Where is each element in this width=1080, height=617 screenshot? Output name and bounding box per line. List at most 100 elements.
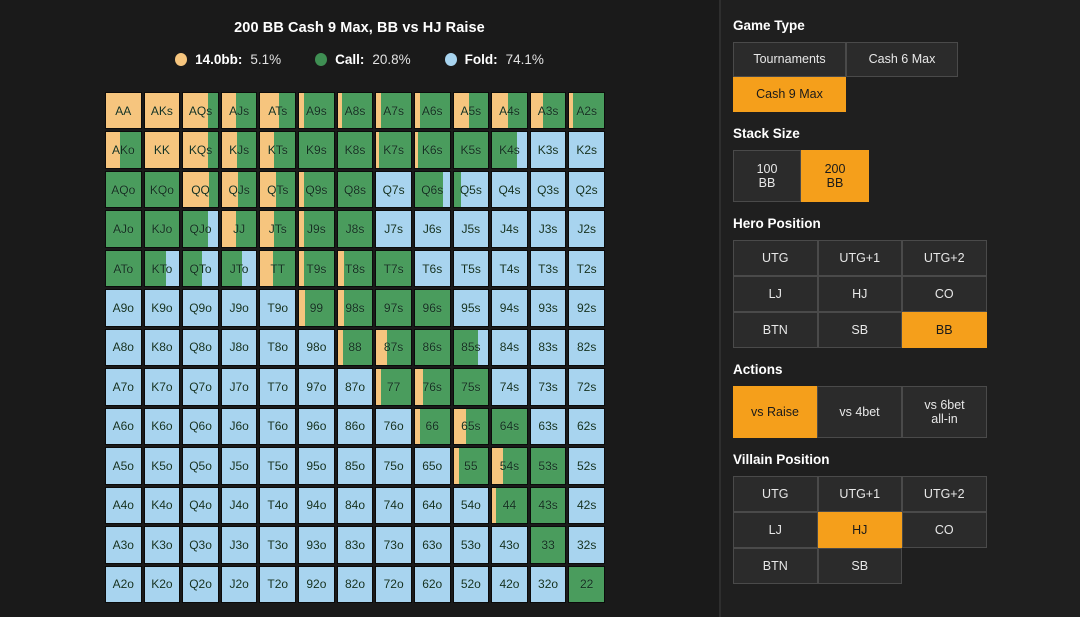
- range-cell[interactable]: T5s: [453, 250, 490, 287]
- range-cell[interactable]: 85o: [337, 447, 374, 484]
- stack-size-option-200-bb[interactable]: 200 BB: [801, 150, 869, 202]
- range-cell[interactable]: QJs: [221, 171, 258, 208]
- range-cell[interactable]: 95s: [453, 289, 490, 326]
- hero-position-option-co[interactable]: CO: [902, 276, 987, 312]
- range-cell[interactable]: T4o: [259, 487, 296, 524]
- range-cell[interactable]: J4s: [491, 210, 528, 247]
- range-cell[interactable]: 93s: [530, 289, 567, 326]
- range-cell[interactable]: 54s: [491, 447, 528, 484]
- range-cell[interactable]: T7o: [259, 368, 296, 405]
- range-cell[interactable]: 97o: [298, 368, 335, 405]
- range-cell[interactable]: 85s: [453, 329, 490, 366]
- range-cell[interactable]: T8s: [337, 250, 374, 287]
- range-cell[interactable]: ATs: [259, 92, 296, 129]
- range-cell[interactable]: AKs: [144, 92, 181, 129]
- hero-position-option-utg+1[interactable]: UTG+1: [818, 240, 903, 276]
- range-cell[interactable]: K3s: [530, 131, 567, 168]
- range-cell[interactable]: A6o: [105, 408, 142, 445]
- action-option-vs-raise[interactable]: vs Raise: [733, 386, 817, 438]
- range-cell[interactable]: AJs: [221, 92, 258, 129]
- range-cell[interactable]: Q3o: [182, 526, 219, 563]
- range-cell[interactable]: KJs: [221, 131, 258, 168]
- range-cell[interactable]: 87o: [337, 368, 374, 405]
- range-cell[interactable]: Q5o: [182, 447, 219, 484]
- range-cell[interactable]: 33: [530, 526, 567, 563]
- range-cell[interactable]: 86s: [414, 329, 451, 366]
- range-cell[interactable]: J9o: [221, 289, 258, 326]
- range-cell[interactable]: A8s: [337, 92, 374, 129]
- villain-position-option-utg+2[interactable]: UTG+2: [902, 476, 987, 512]
- range-cell[interactable]: A7s: [375, 92, 412, 129]
- range-cell[interactable]: A6s: [414, 92, 451, 129]
- range-cell[interactable]: JTo: [221, 250, 258, 287]
- range-cell[interactable]: T2o: [259, 566, 296, 603]
- range-cell[interactable]: Q4o: [182, 487, 219, 524]
- hero-position-options[interactable]: UTGUTG+1UTG+2LJHJCOBTNSBBB: [733, 240, 1064, 348]
- hero-position-option-lj[interactable]: LJ: [733, 276, 818, 312]
- range-cell[interactable]: J9s: [298, 210, 335, 247]
- range-cell[interactable]: J5o: [221, 447, 258, 484]
- range-cell[interactable]: 73s: [530, 368, 567, 405]
- range-cell[interactable]: 53s: [530, 447, 567, 484]
- range-cell[interactable]: 52s: [568, 447, 605, 484]
- villain-position-option-lj[interactable]: LJ: [733, 512, 818, 548]
- villain-position-option-co[interactable]: CO: [902, 512, 987, 548]
- range-cell[interactable]: 52o: [453, 566, 490, 603]
- range-cell[interactable]: Q8o: [182, 329, 219, 366]
- range-cell[interactable]: J8s: [337, 210, 374, 247]
- range-cell[interactable]: 92o: [298, 566, 335, 603]
- range-cell[interactable]: 76s: [414, 368, 451, 405]
- range-cell[interactable]: A5s: [453, 92, 490, 129]
- range-cell[interactable]: Q7o: [182, 368, 219, 405]
- range-cell[interactable]: 93o: [298, 526, 335, 563]
- range-cell[interactable]: 97s: [375, 289, 412, 326]
- hero-position-option-utg+2[interactable]: UTG+2: [902, 240, 987, 276]
- range-cell[interactable]: Q6o: [182, 408, 219, 445]
- range-cell[interactable]: KK: [144, 131, 181, 168]
- range-cell[interactable]: 32s: [568, 526, 605, 563]
- range-cell[interactable]: J2o: [221, 566, 258, 603]
- range-cell[interactable]: K9s: [298, 131, 335, 168]
- range-cell[interactable]: 63o: [414, 526, 451, 563]
- range-cell[interactable]: 95o: [298, 447, 335, 484]
- range-cell[interactable]: 88: [337, 329, 374, 366]
- range-cell[interactable]: Q2s: [568, 171, 605, 208]
- range-cell[interactable]: A7o: [105, 368, 142, 405]
- range-cell[interactable]: KTo: [144, 250, 181, 287]
- range-cell[interactable]: AJo: [105, 210, 142, 247]
- villain-position-option-btn[interactable]: BTN: [733, 548, 818, 584]
- range-cell[interactable]: A5o: [105, 447, 142, 484]
- range-cell[interactable]: 96s: [414, 289, 451, 326]
- range-cell[interactable]: K6s: [414, 131, 451, 168]
- range-cell[interactable]: 82o: [337, 566, 374, 603]
- range-cell[interactable]: A8o: [105, 329, 142, 366]
- range-cell[interactable]: KQo: [144, 171, 181, 208]
- range-cell[interactable]: A4o: [105, 487, 142, 524]
- range-cell[interactable]: 74s: [491, 368, 528, 405]
- range-cell[interactable]: K8s: [337, 131, 374, 168]
- range-cell[interactable]: 75s: [453, 368, 490, 405]
- range-cell[interactable]: K4o: [144, 487, 181, 524]
- range-cell[interactable]: Q2o: [182, 566, 219, 603]
- range-cell[interactable]: QJo: [182, 210, 219, 247]
- range-cell[interactable]: T3o: [259, 526, 296, 563]
- range-cell[interactable]: J7o: [221, 368, 258, 405]
- range-cell[interactable]: Q9s: [298, 171, 335, 208]
- range-cell[interactable]: J7s: [375, 210, 412, 247]
- range-cell[interactable]: AQs: [182, 92, 219, 129]
- range-cell[interactable]: 76o: [375, 408, 412, 445]
- range-cell[interactable]: QQ: [182, 171, 219, 208]
- range-cell[interactable]: T9o: [259, 289, 296, 326]
- range-cell[interactable]: T2s: [568, 250, 605, 287]
- range-cell[interactable]: QTs: [259, 171, 296, 208]
- range-cell[interactable]: 96o: [298, 408, 335, 445]
- range-cell[interactable]: 32o: [530, 566, 567, 603]
- range-cell[interactable]: K9o: [144, 289, 181, 326]
- range-cell[interactable]: Q5s: [453, 171, 490, 208]
- range-cell[interactable]: 53o: [453, 526, 490, 563]
- range-cell[interactable]: AKo: [105, 131, 142, 168]
- range-cell[interactable]: 83o: [337, 526, 374, 563]
- range-cell[interactable]: A9o: [105, 289, 142, 326]
- range-cell[interactable]: J4o: [221, 487, 258, 524]
- range-cell[interactable]: Q8s: [337, 171, 374, 208]
